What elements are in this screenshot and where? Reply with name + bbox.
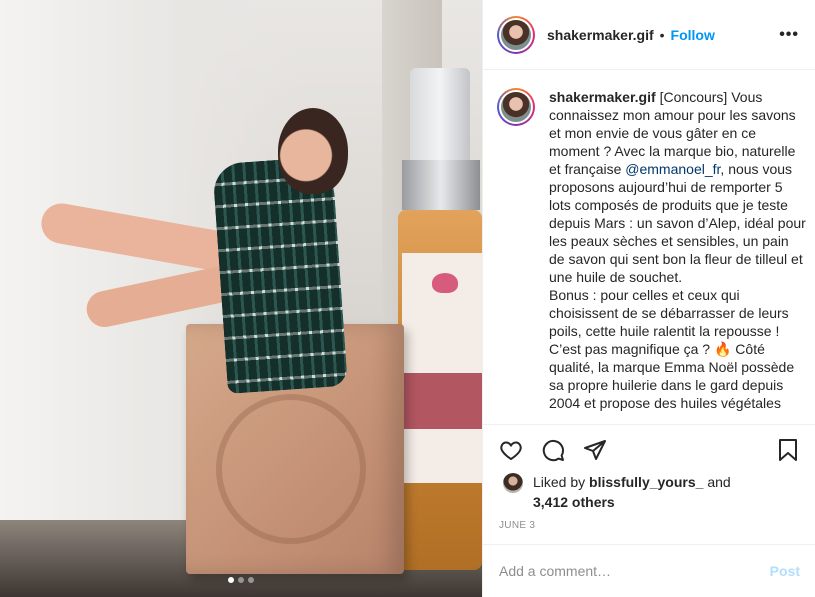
post-comment-button[interactable]: Post (770, 563, 800, 579)
likes-prefix: Liked by (533, 474, 590, 490)
caption-username[interactable]: shakermaker.gif (549, 89, 656, 105)
mention-link[interactable]: @emmanoel_fr (625, 161, 720, 177)
username-link[interactable]: shakermaker.gif (547, 27, 654, 43)
paper-plane-icon[interactable] (583, 438, 607, 462)
likes-and: and (703, 474, 731, 490)
follow-button[interactable]: Follow (671, 27, 715, 43)
label-band (402, 373, 482, 429)
heart-icon[interactable] (499, 438, 523, 462)
comment-input[interactable]: Add a comment… (499, 563, 770, 579)
likes-summary: Liked by blissfully_yours_ and 3,412 oth… (503, 472, 803, 512)
likes-others-link[interactable]: 3,412 others (533, 494, 615, 510)
figure-head (278, 108, 348, 194)
post-date[interactable]: JUNE 3 (499, 520, 535, 531)
caption-text: shakermaker.gif [Concours] Vous connaisse… (549, 88, 807, 418)
oil-bottle (398, 68, 482, 570)
carousel-dot (248, 577, 254, 583)
comment-box: Add a comment… Post (483, 544, 815, 597)
figure-shirt (212, 156, 348, 394)
carousel-dot (238, 577, 244, 583)
caption-body: , nous vous proposons aujourd’hui de rem… (549, 161, 806, 285)
more-options-icon[interactable]: ••• (779, 26, 799, 44)
avatar-story-ring[interactable] (497, 88, 535, 126)
avatar[interactable] (499, 17, 533, 52)
post-header: shakermaker.gif • Follow ••• (483, 0, 815, 70)
carousel-dot (228, 577, 234, 583)
bookmark-icon[interactable] (776, 438, 800, 462)
caption-body: Bonus : pour celles et ceux qui choisiss… (549, 287, 795, 411)
action-bar (483, 424, 815, 474)
post-sidebar: shakermaker.gif • Follow ••• shakermaker… (482, 0, 815, 597)
avatar-story-ring[interactable] (497, 15, 535, 54)
avatar[interactable] (499, 90, 533, 124)
brand-logo (432, 273, 458, 293)
caption-section: shakermaker.gif [Concours] Vous connaisse… (497, 88, 807, 418)
liker-username[interactable]: blissfully_yours_ (589, 474, 703, 490)
soap-stamp (216, 394, 366, 544)
post-photo[interactable] (0, 0, 482, 597)
likes-text: Liked by blissfully_yours_ and 3,412 oth… (533, 472, 731, 512)
separator-dot: • (659, 26, 665, 43)
carousel-indicator (0, 577, 482, 583)
comment-icon[interactable] (541, 438, 565, 462)
bottle-pump (410, 68, 470, 160)
bottle-collar (402, 160, 480, 210)
bottle-label (402, 253, 482, 483)
liker-avatar[interactable] (503, 473, 523, 493)
